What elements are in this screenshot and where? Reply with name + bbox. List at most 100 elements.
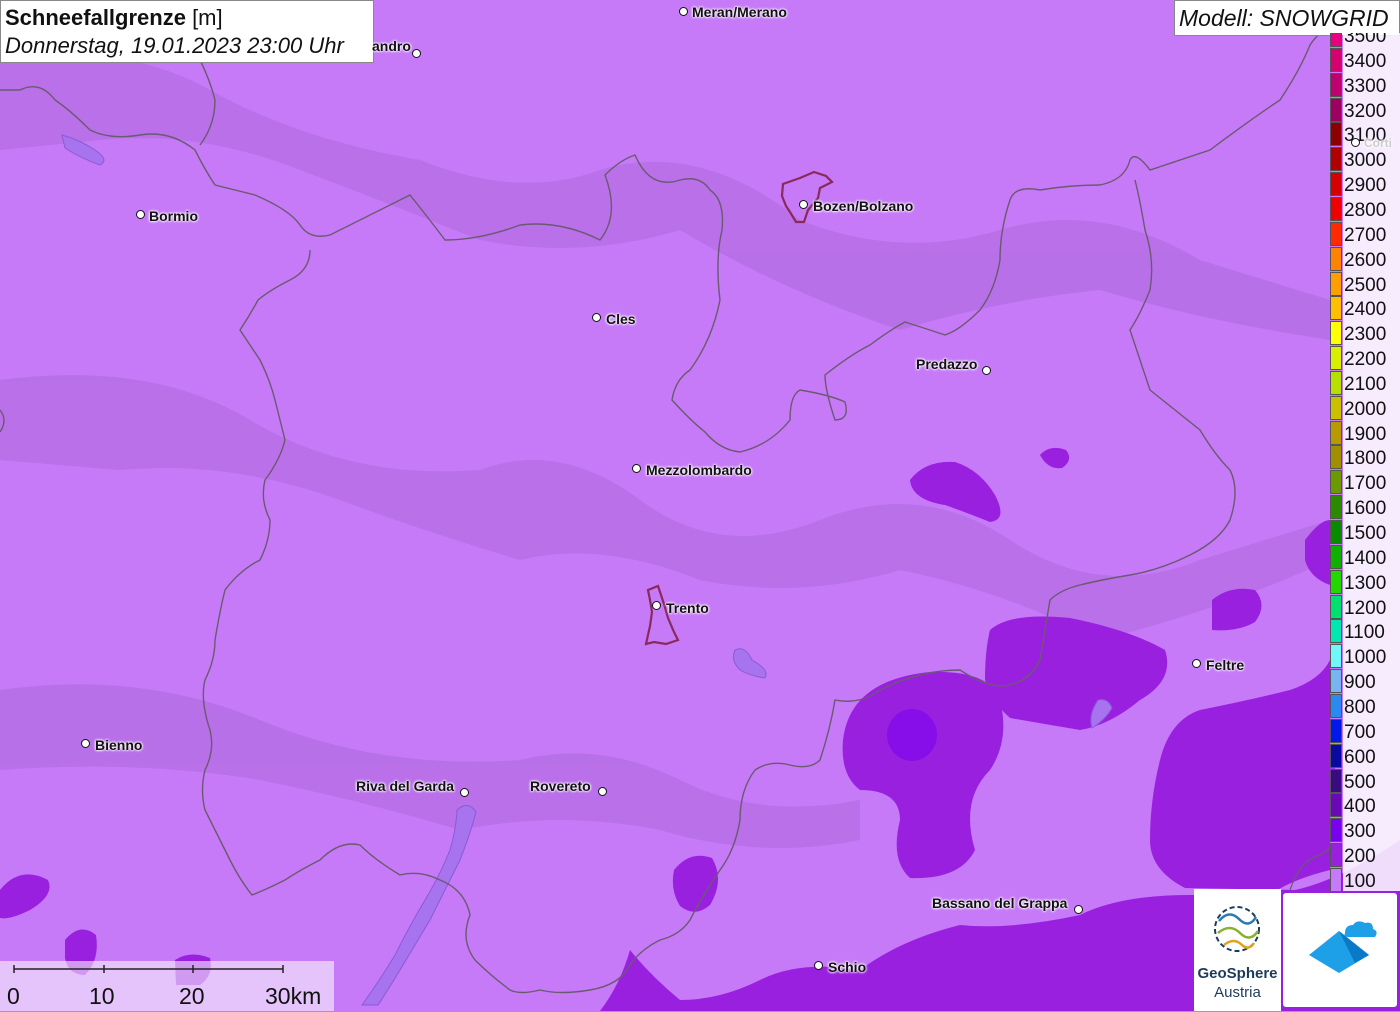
legend-label: 300 xyxy=(1344,821,1376,843)
city-marker-predazzo[interactable] xyxy=(982,366,991,375)
legend-label: 2000 xyxy=(1344,398,1387,420)
legend-label: 2900 xyxy=(1344,175,1387,197)
city-label-silandro[interactable]: andro xyxy=(372,38,411,54)
legend-label: 2200 xyxy=(1344,349,1387,371)
legend-swatch xyxy=(1330,321,1342,346)
legend-swatch xyxy=(1330,520,1342,544)
legend-swatch xyxy=(1330,445,1342,470)
legend-label: 1700 xyxy=(1344,473,1387,495)
legend-swatch xyxy=(1330,594,1342,619)
city-label-meran[interactable]: Meran/Merano xyxy=(692,4,787,20)
snowfall-map[interactable] xyxy=(0,0,1400,1011)
city-marker-bassano[interactable] xyxy=(1074,905,1083,914)
city-marker-schio[interactable] xyxy=(814,961,823,970)
city-label-riva[interactable]: Riva del Garda xyxy=(356,778,454,794)
city-label-mezzolombardo[interactable]: Mezzolombardo xyxy=(646,462,752,478)
geosphere-country: Austria xyxy=(1214,984,1261,1001)
city-marker-riva[interactable] xyxy=(460,788,469,797)
city-label-predazzo[interactable]: Predazzo xyxy=(916,356,977,372)
legend-swatch xyxy=(1330,818,1342,843)
legend-swatch xyxy=(1330,147,1342,172)
legend-swatch xyxy=(1330,743,1342,768)
legend-swatch xyxy=(1330,47,1342,72)
legend-swatch xyxy=(1330,122,1342,147)
legend-swatch xyxy=(1330,693,1342,718)
legend-label: 800 xyxy=(1344,696,1376,718)
city-marker-meran[interactable] xyxy=(679,7,688,16)
city-label-feltre[interactable]: Feltre xyxy=(1206,657,1244,673)
legend-label: 700 xyxy=(1344,721,1376,743)
legend-swatch xyxy=(1330,495,1342,520)
city-label-cles[interactable]: Cles xyxy=(606,311,636,327)
scale-label-30km: 30km xyxy=(265,983,322,1009)
legend-label: 3000 xyxy=(1344,150,1387,172)
map-title-box: Schneefallgrenze [m] Donnerstag, 19.01.2… xyxy=(0,0,374,63)
legend-label: 1500 xyxy=(1344,523,1387,544)
geosphere-logo[interactable]: GeoSphere Austria xyxy=(1194,889,1281,1011)
city-label-trento[interactable]: Trento xyxy=(666,600,709,616)
legend-swatch xyxy=(1330,196,1342,221)
city-marker-bienno[interactable] xyxy=(81,739,90,748)
app-logo[interactable] xyxy=(1283,893,1397,1007)
city-marker-silandro[interactable] xyxy=(412,49,421,58)
legend-swatch xyxy=(1330,72,1342,97)
legend-label: 1200 xyxy=(1344,597,1387,619)
legend-swatch xyxy=(1330,793,1342,818)
scale-bar: 0 10 20 30km xyxy=(0,961,334,1011)
map-datetime: Donnerstag, 19.01.2023 23:00 Uhr xyxy=(5,33,344,58)
legend-swatch xyxy=(1330,246,1342,271)
legend-swatch xyxy=(1330,619,1342,644)
legend-label: 600 xyxy=(1344,746,1376,768)
legend-swatch xyxy=(1330,569,1342,594)
city-marker-bormio[interactable] xyxy=(136,210,145,219)
scale-label-10: 10 xyxy=(89,983,115,1009)
geosphere-emblem-icon xyxy=(1214,906,1260,952)
legend-swatch xyxy=(1330,544,1342,569)
legend-swatch xyxy=(1330,296,1342,321)
city-label-bormio[interactable]: Bormio xyxy=(149,208,198,224)
legend-label: 2300 xyxy=(1344,324,1387,346)
legend-swatch xyxy=(1330,346,1342,371)
model-label: Modell: SNOWGRID xyxy=(1174,0,1400,36)
legend-swatch xyxy=(1330,420,1342,445)
city-label-bassano[interactable]: Bassano del Grappa xyxy=(932,895,1067,911)
city-marker-bozen[interactable] xyxy=(799,200,808,209)
legend-label: 2700 xyxy=(1344,224,1387,246)
legend-swatch xyxy=(1330,221,1342,246)
title-variable: Schneefallgrenze xyxy=(5,5,186,30)
city-marker-cles[interactable] xyxy=(592,313,601,322)
legend-swatch xyxy=(1330,669,1342,694)
title-unit: [m] xyxy=(185,5,223,30)
color-legend: 3500 3400 3300 3200 3100 3000 2900 2800 2700 2600… xyxy=(1329,33,1400,891)
city-marker-cortina[interactable] xyxy=(1351,138,1360,147)
legend-swatch xyxy=(1330,768,1342,793)
legend-label: 3400 xyxy=(1344,50,1387,72)
legend-swatch xyxy=(1330,395,1342,420)
city-label-bienno[interactable]: Bienno xyxy=(95,737,142,753)
geosphere-name: GeoSphere xyxy=(1197,965,1278,982)
legend-swatch xyxy=(1330,172,1342,197)
legend-label: 2400 xyxy=(1344,299,1387,321)
legend-label: 1100 xyxy=(1344,622,1385,644)
city-marker-feltre[interactable] xyxy=(1192,659,1201,668)
legend-label: 500 xyxy=(1344,771,1376,793)
mountain-cloud-icon xyxy=(1309,921,1377,973)
map-title: Schneefallgrenze [m] xyxy=(5,4,369,32)
legend-swatch xyxy=(1330,271,1342,296)
scale-label-20: 20 xyxy=(179,983,205,1009)
legend-label: 2800 xyxy=(1344,199,1387,221)
legend-label: 400 xyxy=(1344,796,1376,818)
city-label-bozen[interactable]: Bozen/Bolzano xyxy=(813,198,913,214)
city-label-rovereto[interactable]: Rovereto xyxy=(530,778,591,794)
city-marker-mezzolombardo[interactable] xyxy=(632,464,641,473)
legend-label: 3500 xyxy=(1344,33,1387,47)
legend-label: 1900 xyxy=(1344,423,1387,445)
city-marker-trento[interactable] xyxy=(652,601,661,610)
city-label-cortina[interactable]: Corti xyxy=(1364,136,1392,150)
city-marker-rovereto[interactable] xyxy=(598,787,607,796)
legend-label: 100 xyxy=(1344,870,1376,891)
legend-label: 1000 xyxy=(1344,647,1387,669)
legend-label: 1800 xyxy=(1344,448,1387,470)
legend-label: 1300 xyxy=(1344,572,1387,594)
city-label-schio[interactable]: Schio xyxy=(828,959,866,975)
